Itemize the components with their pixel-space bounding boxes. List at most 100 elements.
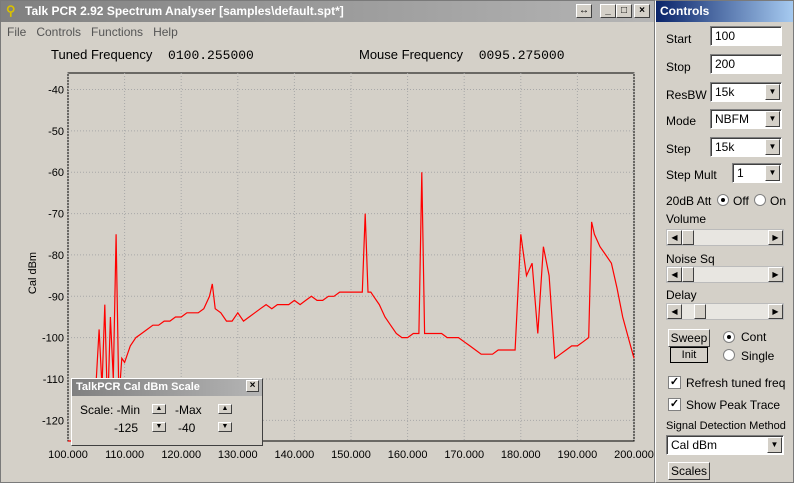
scale-dialog: TalkPCR Cal dBm Scale × Scale: -Min ▲ -M… <box>71 378 263 446</box>
menu-help[interactable]: Help <box>153 25 178 39</box>
delay-slider[interactable]: ◀ ▶ <box>666 303 784 320</box>
y-tick-label: -50 <box>48 126 64 138</box>
y-tick-label: -40 <box>48 85 64 97</box>
step-value: 15k <box>715 140 735 154</box>
noise-sq-slider[interactable]: ◀ ▶ <box>666 266 784 283</box>
delay-label: Delay <box>666 288 697 302</box>
x-tick-label: 180.000 <box>501 449 541 461</box>
step-select[interactable]: 15k ▼ <box>710 137 782 157</box>
refresh-checkbox[interactable]: ✓ <box>668 376 681 389</box>
main-titlebar[interactable]: ⚲ Talk PCR 2.92 Spectrum Analyser [sampl… <box>1 1 654 22</box>
window-title: Talk PCR 2.92 Spectrum Analyser [samples… <box>25 4 344 18</box>
volume-slider[interactable]: ◀ ▶ <box>666 229 784 246</box>
scales-button[interactable]: Scales <box>668 462 710 480</box>
detection-method-chevron-down-icon[interactable]: ▼ <box>767 437 782 453</box>
mode-chevron-down-icon[interactable]: ▼ <box>765 111 780 127</box>
detection-method-select[interactable]: Cal dBm ▼ <box>666 435 784 455</box>
single-label: Single <box>741 349 775 363</box>
menu-bar: File Controls Functions Help <box>1 22 654 42</box>
app-icon: ⚲ <box>6 3 16 18</box>
menu-controls[interactable]: Controls <box>36 25 81 39</box>
x-tick-label: 120.000 <box>161 449 201 461</box>
resbw-label: ResBW <box>666 88 707 102</box>
noise-sq-left-arrow-icon[interactable]: ◀ <box>667 267 682 282</box>
init-button[interactable]: Init <box>670 347 708 363</box>
cont-label: Cont <box>741 330 767 344</box>
cont-radio[interactable] <box>723 331 735 343</box>
min-up-button[interactable]: ▲ <box>152 404 166 414</box>
step-label: Step <box>666 142 691 156</box>
resbw-select[interactable]: 15k ▼ <box>710 82 782 102</box>
noise-sq-label: Noise Sq <box>666 252 715 266</box>
y-tick-label: -90 <box>48 291 64 303</box>
controls-titlebar[interactable]: Controls <box>656 1 793 22</box>
controls-panel: Controls Start 100 Stop 200 ResBW 15k ▼ … <box>655 0 794 483</box>
x-tick-label: 150.000 <box>331 449 371 461</box>
att-off-label: Off <box>733 194 749 208</box>
scale-dialog-close-button[interactable]: × <box>246 380 259 392</box>
volume-left-arrow-icon[interactable]: ◀ <box>667 230 682 245</box>
y-tick-label: -110 <box>43 374 64 386</box>
mode-value: NBFM <box>715 112 749 126</box>
step-chevron-down-icon[interactable]: ▼ <box>765 139 780 155</box>
mouse-frequency-value: 0095.275000 <box>478 48 565 63</box>
x-tick-label: 200.000 <box>614 449 654 461</box>
sweep-button[interactable]: Sweep <box>668 329 710 347</box>
step-mult-chevron-down-icon[interactable]: ▼ <box>765 165 780 181</box>
scale-min-label: Scale: -Min <box>80 403 141 417</box>
noise-sq-thumb[interactable] <box>682 267 694 282</box>
tuned-frequency-label: Tuned Frequency <box>51 47 153 62</box>
y-tick-label: -120 <box>42 415 64 427</box>
att-on-radio[interactable] <box>754 194 766 206</box>
mode-label: Mode <box>666 114 697 128</box>
y-tick-label: -70 <box>48 209 64 221</box>
delay-right-arrow-icon[interactable]: ▶ <box>768 304 783 319</box>
x-tick-label: 110.000 <box>105 449 144 461</box>
resbw-value: 15k <box>715 85 735 99</box>
y-axis-label: Cal dBm <box>27 252 39 294</box>
tuned-frequency-readout: Tuned Frequency 0100.255000 <box>51 47 254 63</box>
menu-file[interactable]: File <box>7 25 26 39</box>
detection-method-value: Cal dBm <box>671 438 718 452</box>
step-mult-select[interactable]: 1 ▼ <box>732 163 782 183</box>
delay-left-arrow-icon[interactable]: ◀ <box>667 304 682 319</box>
start-label: Start <box>666 32 692 46</box>
menu-functions[interactable]: Functions <box>91 25 143 39</box>
y-tick-label: -60 <box>48 167 64 179</box>
single-radio[interactable] <box>723 349 735 361</box>
mode-select[interactable]: NBFM ▼ <box>710 109 782 129</box>
peak-trace-checkbox[interactable]: ✓ <box>668 398 681 411</box>
max-down-button[interactable]: ▼ <box>218 422 232 432</box>
minimize-button[interactable]: _ <box>600 4 616 18</box>
att-on-label: On <box>770 194 787 208</box>
att-off-radio[interactable] <box>717 194 729 206</box>
step-mult-value: 1 <box>737 166 744 180</box>
scale-dialog-titlebar[interactable]: TalkPCR Cal dBm Scale × <box>72 379 262 396</box>
step-mult-label: Step Mult <box>666 168 717 182</box>
min-value: -125 <box>114 421 139 435</box>
tuned-frequency-value: 0100.255000 <box>168 48 254 63</box>
x-tick-labels: 100.000 110.000 120.000 130.000 140.000 150.0… <box>48 449 654 461</box>
volume-label: Volume <box>666 212 707 226</box>
start-input[interactable]: 100 <box>710 26 782 46</box>
x-tick-label: 140.000 <box>275 449 315 461</box>
refresh-label: Refresh tuned freq <box>686 376 786 390</box>
x-tick-label: 170.000 <box>444 449 484 461</box>
maximize-button[interactable]: □ <box>616 4 632 18</box>
stop-input[interactable]: 200 <box>710 54 782 74</box>
noise-sq-right-arrow-icon[interactable]: ▶ <box>768 267 783 282</box>
mouse-frequency-readout: Mouse Frequency 0095.275000 <box>359 47 565 63</box>
max-up-button[interactable]: ▲ <box>218 404 232 414</box>
resbw-chevron-down-icon[interactable]: ▼ <box>765 84 780 100</box>
restore-size-button[interactable]: ↔ <box>576 4 592 18</box>
delay-thumb[interactable] <box>694 304 706 319</box>
scale-max-label: -Max <box>175 403 202 417</box>
volume-thumb[interactable] <box>682 230 694 245</box>
x-tick-label: 130.000 <box>218 449 258 461</box>
x-tick-label: 160.000 <box>388 449 428 461</box>
close-button[interactable]: × <box>634 4 650 18</box>
att-label: 20dB Att <box>666 194 712 208</box>
y-tick-labels: -40 -50 -60 -70 -80 -90 -100 -110 -120 <box>42 85 64 428</box>
volume-right-arrow-icon[interactable]: ▶ <box>768 230 783 245</box>
min-down-button[interactable]: ▼ <box>152 422 166 432</box>
